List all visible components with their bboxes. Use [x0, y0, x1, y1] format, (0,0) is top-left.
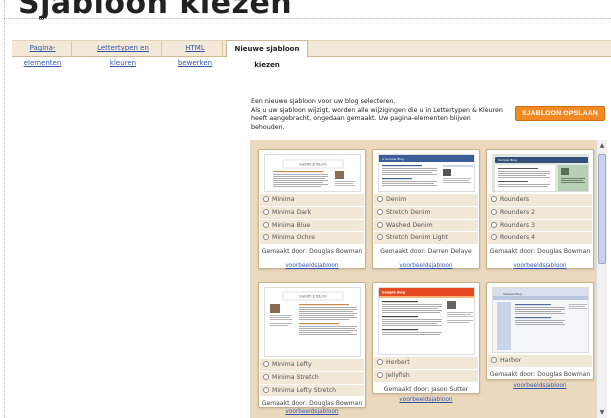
harbor-preview-image: Sample Blog	[493, 288, 588, 352]
intro-line-2: Als u uw sjabloon wijzigt, worden alle w…	[251, 106, 503, 131]
template-options-denim: Denim Stretch Denim Washed Denim Stretch…	[374, 194, 478, 246]
template-card-herbert: Sample Blog Herbert Jellyfish Gemaakt do…	[372, 282, 480, 394]
template-card-harbor: Sample Blog Harbor Gemaakt door: Douglas…	[486, 282, 594, 380]
harbor-preview-title: Sample Blog	[503, 292, 522, 296]
template-card-minima: SAMPLE BLOG Minima Minima Dark Minima Bl…	[258, 149, 366, 269]
minima-lefty-preview-title: SAMPLE BLOG	[299, 295, 327, 299]
scroll-up-icon[interactable]: ▲	[597, 141, 607, 150]
herbert-preview-title: Sample Blog	[382, 291, 406, 295]
option-minima-blue[interactable]: Minima Blue	[260, 220, 364, 233]
option-harbor[interactable]: Harbor	[488, 355, 592, 368]
option-rounders-3[interactable]: Rounders 3	[488, 220, 592, 233]
option-stretch-denim-light[interactable]: Stretch Denim Light	[374, 232, 478, 246]
denim-preview-title: A Sample Blog	[382, 157, 404, 161]
template-options-minima-lefty: Minima Lefty Minima Stretch Minima Lefty…	[260, 359, 364, 398]
save-template-button[interactable]: SJABLOON OPSLAAN	[515, 106, 605, 121]
radio-icon[interactable]	[263, 373, 269, 380]
template-author-harbor: Gemaakt door: Douglas Bowman	[489, 371, 591, 378]
preview-link-minima-lefty[interactable]: voorbeeldsjabloon	[258, 409, 366, 415]
option-rounders-4[interactable]: Rounders 4	[488, 232, 592, 246]
option-minima-lefty[interactable]: Minima Lefty	[260, 359, 364, 372]
template-author-denim: Gemaakt door: Darren Delaye	[380, 248, 472, 255]
option-washed-denim[interactable]: Washed Denim	[374, 220, 478, 233]
template-author-herbert: Gemaakt door: Jason Sutter	[383, 386, 469, 393]
tab-lettertypen-en-kleuren[interactable]: Lettertypen en kleuren	[85, 41, 162, 67]
template-card-minima-lefty: SAMPLE BLOG Minima Lefty Minima Stretch …	[258, 282, 366, 408]
template-thumbnail-denim[interactable]: A Sample Blog	[378, 154, 475, 192]
rounders-preview-title: Sample Blog	[498, 158, 517, 162]
template-card-rounders: Sample Blog Rounders Rounders 2 Rounders…	[486, 149, 594, 269]
tab-nieuwe-sjabloon-kiezen[interactable]: Nieuwe sjabloon kiezen	[226, 40, 308, 69]
minima-lefty-preview-image: SAMPLE BLOG	[265, 288, 360, 356]
intro-text: Een nieuwe sjabloon voor uw blog selecte…	[251, 98, 506, 132]
template-options-rounders: Rounders Rounders 2 Rounders 3 Rounders …	[488, 194, 592, 246]
scroll-down-icon[interactable]: ▼	[597, 408, 607, 417]
tab-html-bewerken[interactable]: HTML bewerken	[168, 41, 223, 67]
scroll-thumb[interactable]	[598, 154, 606, 264]
radio-icon[interactable]	[263, 234, 269, 241]
rounders-preview-image: Sample Blog	[493, 155, 588, 191]
denim-preview-image: A Sample Blog	[379, 155, 474, 191]
radio-icon[interactable]	[377, 359, 383, 365]
template-author-rounders: Gemaakt door: Douglas Bowman	[489, 248, 591, 255]
template-thumbnail-minima-lefty[interactable]: SAMPLE BLOG	[264, 287, 361, 357]
option-rounders-2[interactable]: Rounders 2	[488, 207, 592, 220]
option-minima-stretch[interactable]: Minima Stretch	[260, 372, 364, 385]
option-stretch-denim[interactable]: Stretch Denim	[374, 207, 478, 220]
radio-icon[interactable]	[263, 208, 269, 215]
top-border	[4, 18, 611, 19]
option-denim[interactable]: Denim	[374, 194, 478, 207]
option-herbert[interactable]: Herbert	[374, 357, 478, 370]
option-minima-dark[interactable]: Minima Dark	[260, 207, 364, 220]
template-author-minima-lefty: Gemaakt door: Douglas Bowman	[261, 400, 363, 407]
preview-link-denim[interactable]: voorbeeldsjabloon	[372, 263, 480, 269]
option-minima[interactable]: Minima	[260, 194, 364, 207]
template-options-minima: Minima Minima Dark Minima Blue Minima Oc…	[260, 194, 364, 246]
option-minima-lefty-stretch[interactable]: Minima Lefty Stretch	[260, 385, 364, 398]
preview-link-minima[interactable]: voorbeeldsjabloon	[258, 263, 366, 269]
template-thumbnail-rounders[interactable]: Sample Blog	[492, 154, 589, 192]
radio-icon[interactable]	[377, 208, 383, 215]
radio-icon[interactable]	[263, 361, 269, 367]
radio-icon[interactable]	[491, 357, 497, 363]
minima-preview-title: SAMPLE BLOG	[299, 163, 327, 167]
radio-icon[interactable]	[263, 196, 269, 202]
template-author-minima: Gemaakt door: Douglas Bowman	[261, 248, 363, 255]
radio-icon[interactable]	[377, 234, 383, 241]
template-options-herbert: Herbert Jellyfish	[374, 357, 478, 383]
radio-icon[interactable]	[491, 234, 497, 241]
minima-preview-image: SAMPLE BLOG	[265, 155, 360, 191]
preview-link-herbert[interactable]: voorbeeldsjabloon	[372, 397, 480, 403]
radio-icon[interactable]	[263, 221, 269, 228]
herbert-preview-image: Sample Blog	[379, 288, 474, 354]
preview-link-rounders[interactable]: voorbeeldsjabloon	[486, 263, 594, 269]
preview-link-harbor[interactable]: voorbeeldsjabloon	[486, 383, 594, 389]
page-frame: Sjabloon kiezen Pagina-elementen Lettert…	[0, 0, 611, 418]
radio-icon[interactable]	[491, 196, 497, 202]
template-thumbnail-minima[interactable]: SAMPLE BLOG	[264, 154, 361, 192]
radio-icon[interactable]	[377, 196, 383, 202]
tab-pagina-elementen[interactable]: Pagina-elementen	[14, 41, 72, 67]
radio-icon[interactable]	[377, 221, 383, 228]
template-card-denim: A Sample Blog Denim Stretch Denim Washed…	[372, 149, 480, 269]
template-thumbnail-harbor[interactable]: Sample Blog	[492, 287, 589, 353]
radio-icon[interactable]	[491, 208, 497, 215]
radio-icon[interactable]	[263, 386, 269, 393]
radio-icon[interactable]	[377, 371, 383, 378]
template-gallery: SAMPLE BLOG Minima Minima Dark Minima Bl…	[250, 140, 596, 418]
option-jellyfish[interactable]: Jellyfish	[374, 370, 478, 383]
radio-icon[interactable]	[491, 221, 497, 228]
template-options-harbor: Harbor	[488, 355, 592, 368]
option-rounders[interactable]: Rounders	[488, 194, 592, 207]
gallery-scrollbar[interactable]: ▲ ▼	[596, 140, 607, 418]
template-thumbnail-herbert[interactable]: Sample Blog	[378, 287, 475, 355]
intro-line-1: Een nieuwe sjabloon voor uw blog selecte…	[251, 98, 396, 105]
option-minima-ochre[interactable]: Minima Ochre	[260, 232, 364, 246]
left-border	[4, 0, 5, 418]
